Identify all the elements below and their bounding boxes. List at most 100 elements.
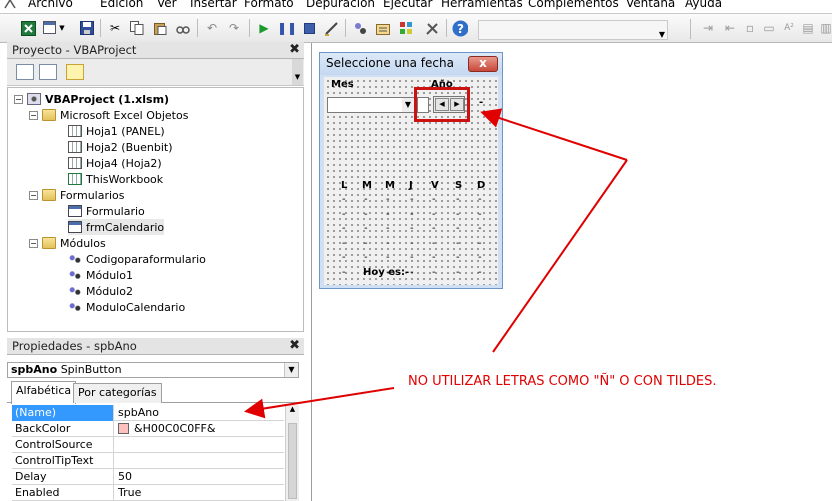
tree-node-formulario[interactable]: Formulario <box>68 203 145 219</box>
calendar-day-cell[interactable]: - <box>478 238 482 249</box>
menu-edicion[interactable]: Edición <box>100 0 143 10</box>
complete-word-icon[interactable]: ▥ <box>818 20 832 36</box>
reset-icon[interactable] <box>301 20 317 36</box>
tab-por-categorias[interactable]: Por categorías <box>73 383 162 403</box>
toolbox-icon[interactable] <box>424 20 440 36</box>
calendar-day-cell[interactable]: - <box>386 209 390 220</box>
indent-icon[interactable]: ⇥ <box>700 20 716 36</box>
calendar-day-cell[interactable]: - <box>478 252 482 263</box>
calendar-day-cell[interactable]: - <box>342 267 346 278</box>
calendar-day-cell[interactable]: - <box>432 223 436 234</box>
property-row[interactable]: BackColor &H00C0C0FF& <box>12 421 284 437</box>
tab-alfabetica[interactable]: Alfabética <box>11 381 77 404</box>
property-value[interactable] <box>115 453 284 469</box>
property-row[interactable]: ControlTipText <box>12 453 284 469</box>
menu-archivo[interactable]: Archivo <box>28 0 73 10</box>
property-value[interactable]: 50 <box>115 469 284 485</box>
calendar-day-cell[interactable]: - <box>410 223 414 234</box>
tree-node-codigoparaformulario[interactable]: Codigoparaformulario <box>68 251 206 267</box>
calendar-day-cell[interactable]: - <box>410 252 414 263</box>
calendar-day-cell[interactable]: - <box>386 194 390 205</box>
undo-icon[interactable]: ↶ <box>204 20 220 36</box>
chevron-down-icon[interactable]: ▼ <box>284 363 298 377</box>
break-icon[interactable]: ❚❚ <box>277 20 297 36</box>
menu-formato[interactable]: Formato <box>244 0 294 10</box>
tree-node-thisworkbook[interactable]: ThisWorkbook <box>68 171 163 187</box>
calendar-day-cell[interactable]: - <box>410 194 414 205</box>
property-value[interactable]: True <box>115 485 284 501</box>
calendar-day-cell[interactable]: - <box>456 223 460 234</box>
calendar-day-cell[interactable]: - <box>432 238 436 249</box>
excel-icon[interactable] <box>20 20 36 36</box>
object-selector[interactable]: spbAno SpinButton ▼ <box>7 362 299 378</box>
close-icon[interactable]: ✖ <box>289 43 300 57</box>
calendar-day-cell[interactable]: - <box>478 267 482 278</box>
properties-icon[interactable] <box>375 20 391 36</box>
redo-icon[interactable]: ↷ <box>226 20 242 36</box>
chevron-down-icon[interactable]: ▼ <box>657 21 667 39</box>
menu-insertar[interactable]: Insertar <box>190 0 237 10</box>
font-size-icon[interactable]: A² <box>781 20 797 36</box>
tree-node-vbaproject[interactable]: − VBAProject (1.xlsm) <box>14 91 169 107</box>
calendar-day-cell[interactable]: - <box>364 252 368 263</box>
comment-block-icon[interactable]: ▭ <box>761 20 777 36</box>
calendar-day-cell[interactable]: - <box>364 238 368 249</box>
tree-node-modulo1[interactable]: Módulo1 <box>68 267 133 283</box>
calendar-day-cell[interactable]: - <box>386 223 390 234</box>
design-mode-icon[interactable] <box>323 20 339 36</box>
label-mes[interactable]: Mes <box>331 79 354 90</box>
save-icon[interactable] <box>79 20 95 36</box>
properties-scrollbar[interactable]: ▲ <box>285 405 299 501</box>
calendar-day-cell[interactable]: - <box>456 238 460 249</box>
menu-ayuda[interactable]: Ayuda <box>685 0 722 10</box>
menu-complementos[interactable]: Complementos <box>528 0 619 10</box>
label-hoy-es[interactable]: Hoy es: <box>363 267 405 278</box>
calendar-day-cell[interactable]: - <box>432 194 436 205</box>
calendar-day-cell[interactable]: - <box>410 238 414 249</box>
calendar-day-cell[interactable]: - <box>342 194 346 205</box>
calendar-day-cell[interactable]: - <box>478 209 482 220</box>
userform-window[interactable]: Seleccione una fecha x Mes Año ▼ ◀ ▶ - L… <box>319 52 503 289</box>
tree-node-formularios[interactable]: − Formularios <box>29 187 125 203</box>
property-value[interactable]: spbAno <box>115 405 284 421</box>
userform-canvas[interactable]: Mes Año ▼ ◀ ▶ - L M M J V S D ----------… <box>324 77 498 285</box>
menu-herramientas[interactable]: Herramientas <box>441 0 523 10</box>
property-row[interactable]: ControlSource <box>12 437 284 453</box>
calendar-day-cell[interactable]: - <box>432 252 436 263</box>
close-icon[interactable]: ✖ <box>289 339 300 353</box>
calendar-day-cell[interactable]: - <box>342 252 346 263</box>
property-row[interactable]: Delay 50 <box>12 469 284 485</box>
calendar-day-cell[interactable]: - <box>342 223 346 234</box>
calendar-day-cell[interactable]: - <box>456 267 460 278</box>
view-object-icon[interactable] <box>39 64 57 80</box>
calendar-day-cell[interactable]: - <box>364 223 368 234</box>
project-explorer-icon[interactable] <box>352 20 368 36</box>
property-row[interactable]: (Name) spbAno <box>12 405 284 421</box>
paste-icon[interactable] <box>152 20 168 36</box>
close-button[interactable]: x <box>468 56 498 72</box>
menu-depuracion[interactable]: Depuración <box>306 0 375 10</box>
calendar-day-cell[interactable]: - <box>386 252 390 263</box>
toolbar-overflow-icon[interactable]: ▼ <box>292 59 303 85</box>
calendar-day-cell[interactable]: - <box>478 194 482 205</box>
menu-ejecutar[interactable]: Ejecutar <box>383 0 433 10</box>
tree-node-modulos[interactable]: − Módulos <box>29 235 106 251</box>
userform-titlebar[interactable]: Seleccione una fecha x <box>320 53 502 75</box>
label-hoy-value[interactable]: - <box>405 267 409 278</box>
combobox-mes[interactable]: ▼ <box>327 97 415 113</box>
property-value-backcolor[interactable]: &H00C0C0FF& <box>115 421 284 437</box>
calendar-day-cell[interactable]: - <box>456 252 460 263</box>
menu-ventana[interactable]: Ventana <box>626 0 675 10</box>
insert-userform-icon[interactable] <box>42 20 58 36</box>
cut-icon[interactable]: ✂ <box>107 20 123 36</box>
toggle-breakpoint-icon[interactable]: ▫ <box>742 20 758 36</box>
calendar-day-cell[interactable]: - <box>342 238 346 249</box>
help-icon[interactable]: ? <box>452 20 468 36</box>
toggle-folders-icon[interactable] <box>66 64 84 80</box>
property-value[interactable] <box>115 437 284 453</box>
calendar-day-cell[interactable]: - <box>364 194 368 205</box>
vbe-app-icon[interactable] <box>4 0 16 10</box>
scroll-up-icon[interactable]: ▲ <box>286 405 299 417</box>
run-icon[interactable]: ▶ <box>256 20 272 36</box>
calendar-day-cell[interactable]: - <box>410 267 414 278</box>
